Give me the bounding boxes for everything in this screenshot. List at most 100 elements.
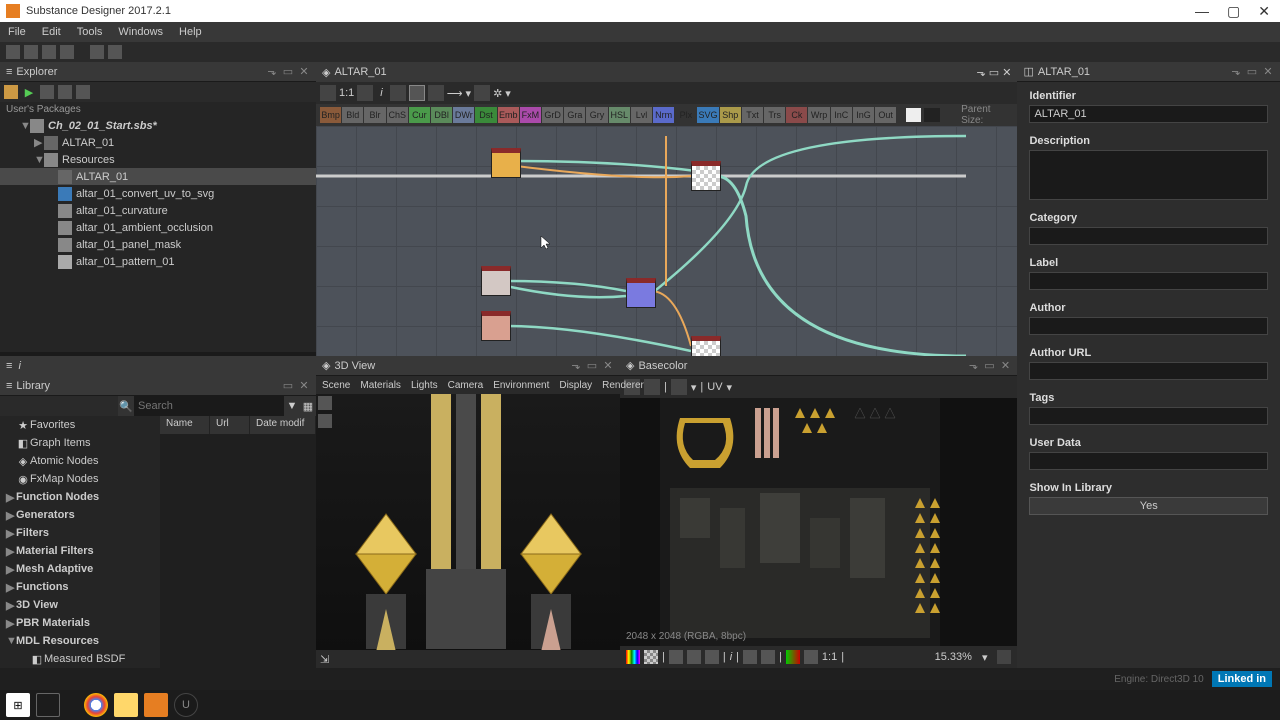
3d-menu-lights[interactable]: Lights bbox=[411, 380, 438, 391]
filter-dst[interactable]: Dst bbox=[475, 107, 496, 123]
exp-tool-5[interactable] bbox=[76, 85, 90, 99]
close-button[interactable]: ✕ bbox=[1258, 3, 1270, 20]
taskview-icon[interactable] bbox=[36, 693, 60, 717]
library-category[interactable]: ▶Function Nodes bbox=[0, 488, 160, 506]
gtool-3[interactable] bbox=[357, 85, 373, 101]
info-icon[interactable]: i bbox=[730, 651, 732, 663]
author-input[interactable] bbox=[1029, 317, 1268, 335]
alpha-icon[interactable] bbox=[644, 650, 658, 664]
filter-ing[interactable]: InG bbox=[853, 107, 874, 123]
3d-menu-camera[interactable]: Camera bbox=[448, 380, 484, 391]
hist-icon[interactable] bbox=[743, 650, 757, 664]
arrow-icon[interactable]: ▾ bbox=[466, 87, 472, 100]
rgb-icon[interactable] bbox=[626, 650, 640, 664]
3d-gizmo-icon[interactable] bbox=[318, 396, 332, 410]
2dview-viewport[interactable]: 2048 x 2048 (RGBA, 8bpc) bbox=[620, 398, 1017, 646]
filter-gry[interactable]: Gry bbox=[586, 107, 607, 123]
grid2-icon[interactable] bbox=[705, 650, 719, 664]
hist2-icon[interactable] bbox=[761, 650, 775, 664]
new-button[interactable] bbox=[6, 45, 20, 59]
panel-close-icon[interactable]: ✕ bbox=[602, 359, 614, 372]
3d-tool-icon[interactable] bbox=[318, 414, 332, 428]
explorer-icon[interactable] bbox=[114, 693, 138, 717]
dropdown-icon[interactable]: ▾ bbox=[505, 87, 511, 100]
menu-windows[interactable]: Windows bbox=[118, 26, 163, 38]
library-category[interactable]: ▶Material Filters bbox=[0, 542, 160, 560]
new-sbs-button[interactable] bbox=[4, 85, 18, 99]
gtool-7[interactable] bbox=[474, 85, 490, 101]
menu-help[interactable]: Help bbox=[179, 26, 202, 38]
uv-label[interactable]: UV bbox=[707, 381, 722, 393]
panel-close-icon[interactable]: ✕ bbox=[1002, 67, 1011, 79]
library-category[interactable]: ★Favorites bbox=[0, 416, 160, 434]
expand-icon[interactable]: ⇲ bbox=[320, 653, 329, 666]
filter-shp[interactable]: Shp bbox=[720, 107, 741, 123]
3d-menu-renderer[interactable]: Renderer bbox=[602, 380, 644, 391]
tree-item[interactable]: altar_01_panel_mask bbox=[0, 236, 316, 253]
panel-dock-icon[interactable]: ▭ bbox=[282, 379, 294, 392]
filter-svg[interactable]: SVG bbox=[697, 107, 718, 123]
panel-close-icon[interactable]: ✕ bbox=[298, 65, 310, 78]
filter-lvl[interactable]: Lvl bbox=[631, 107, 652, 123]
panel-dock-icon[interactable]: ▭ bbox=[989, 67, 999, 79]
tree-item[interactable]: ▼Ch_02_01_Start.sbs* bbox=[0, 117, 316, 134]
3dview-viewport[interactable] bbox=[316, 394, 620, 650]
panel-pin-icon[interactable]: ⬎ bbox=[570, 359, 582, 372]
col-url[interactable]: Url bbox=[210, 416, 250, 434]
save-all-button[interactable] bbox=[60, 45, 74, 59]
col-name[interactable]: Name bbox=[160, 416, 210, 434]
panel-pin-icon[interactable]: ⬎ bbox=[977, 67, 986, 79]
filter-cur[interactable]: Cur bbox=[409, 107, 430, 123]
view-icon[interactable]: ▦ bbox=[300, 396, 316, 416]
filter-emb[interactable]: Emb bbox=[498, 107, 519, 123]
library-category[interactable]: ◧Measured BSDF bbox=[0, 650, 160, 668]
filter-plx[interactable]: Plx bbox=[675, 107, 696, 123]
info-icon[interactable]: i bbox=[376, 87, 386, 99]
filter-wrp[interactable]: Wrp bbox=[808, 107, 829, 123]
minimize-button[interactable]: — bbox=[1195, 3, 1209, 20]
tile-icon[interactable] bbox=[669, 650, 683, 664]
maximize-button[interactable]: ▢ bbox=[1227, 3, 1240, 20]
menu-file[interactable]: File bbox=[8, 26, 26, 38]
filter-out[interactable]: Out bbox=[875, 107, 896, 123]
zoom-1to1[interactable]: 1:1 bbox=[339, 87, 354, 99]
gamut-icon[interactable] bbox=[786, 650, 800, 664]
graph-node[interactable] bbox=[481, 266, 511, 296]
filter-txt[interactable]: Txt bbox=[742, 107, 763, 123]
substance-icon[interactable] bbox=[144, 693, 168, 717]
library-search-input[interactable] bbox=[134, 396, 284, 416]
graph-node[interactable] bbox=[481, 311, 511, 341]
library-category[interactable]: ▶3D View bbox=[0, 596, 160, 614]
library-category[interactable]: ▶Filters bbox=[0, 524, 160, 542]
library-category[interactable]: ◈Atomic Nodes bbox=[0, 452, 160, 470]
library-categories[interactable]: ★Favorites◧Graph Items◈Atomic Nodes◉FxMa… bbox=[0, 416, 160, 668]
grid-icon[interactable] bbox=[687, 650, 701, 664]
start-button[interactable]: ⊞ bbox=[6, 693, 30, 717]
link-icon[interactable]: ⟶ bbox=[447, 87, 463, 100]
filter-gra[interactable]: Gra bbox=[564, 107, 585, 123]
filter-hsl[interactable]: HSL bbox=[609, 107, 630, 123]
filter-fxm[interactable]: FxM bbox=[520, 107, 541, 123]
gear-icon[interactable]: ✲ bbox=[493, 87, 502, 100]
zoom-1to1[interactable]: 1:1 bbox=[822, 651, 837, 663]
panel-close-icon[interactable]: ✕ bbox=[1262, 65, 1274, 78]
filter-blr[interactable]: Blr bbox=[364, 107, 385, 123]
tags-input[interactable] bbox=[1029, 407, 1268, 425]
filter-icon[interactable]: ▼ bbox=[284, 396, 300, 416]
2d-tool-2[interactable] bbox=[644, 379, 660, 395]
dropdown-icon[interactable]: ▾ bbox=[727, 381, 733, 394]
graph-node[interactable] bbox=[491, 148, 521, 178]
label-input[interactable] bbox=[1029, 272, 1268, 290]
graph-node[interactable] bbox=[626, 278, 656, 308]
save-button[interactable] bbox=[42, 45, 56, 59]
tree-item[interactable]: altar_01_ambient_occlusion bbox=[0, 219, 316, 236]
3d-menu-environment[interactable]: Environment bbox=[493, 380, 549, 391]
library-category[interactable]: ▶PBR Materials bbox=[0, 614, 160, 632]
tree-item[interactable]: altar_01_pattern_01 bbox=[0, 253, 316, 270]
color-swatch[interactable] bbox=[906, 108, 921, 122]
filter-grd[interactable]: GrD bbox=[542, 107, 563, 123]
description-input[interactable] bbox=[1029, 150, 1268, 200]
panel-close-icon[interactable]: ✕ bbox=[999, 359, 1011, 372]
panel-dock-icon[interactable]: ▭ bbox=[1246, 65, 1258, 78]
dropdown-icon[interactable]: ▾ bbox=[982, 651, 988, 664]
